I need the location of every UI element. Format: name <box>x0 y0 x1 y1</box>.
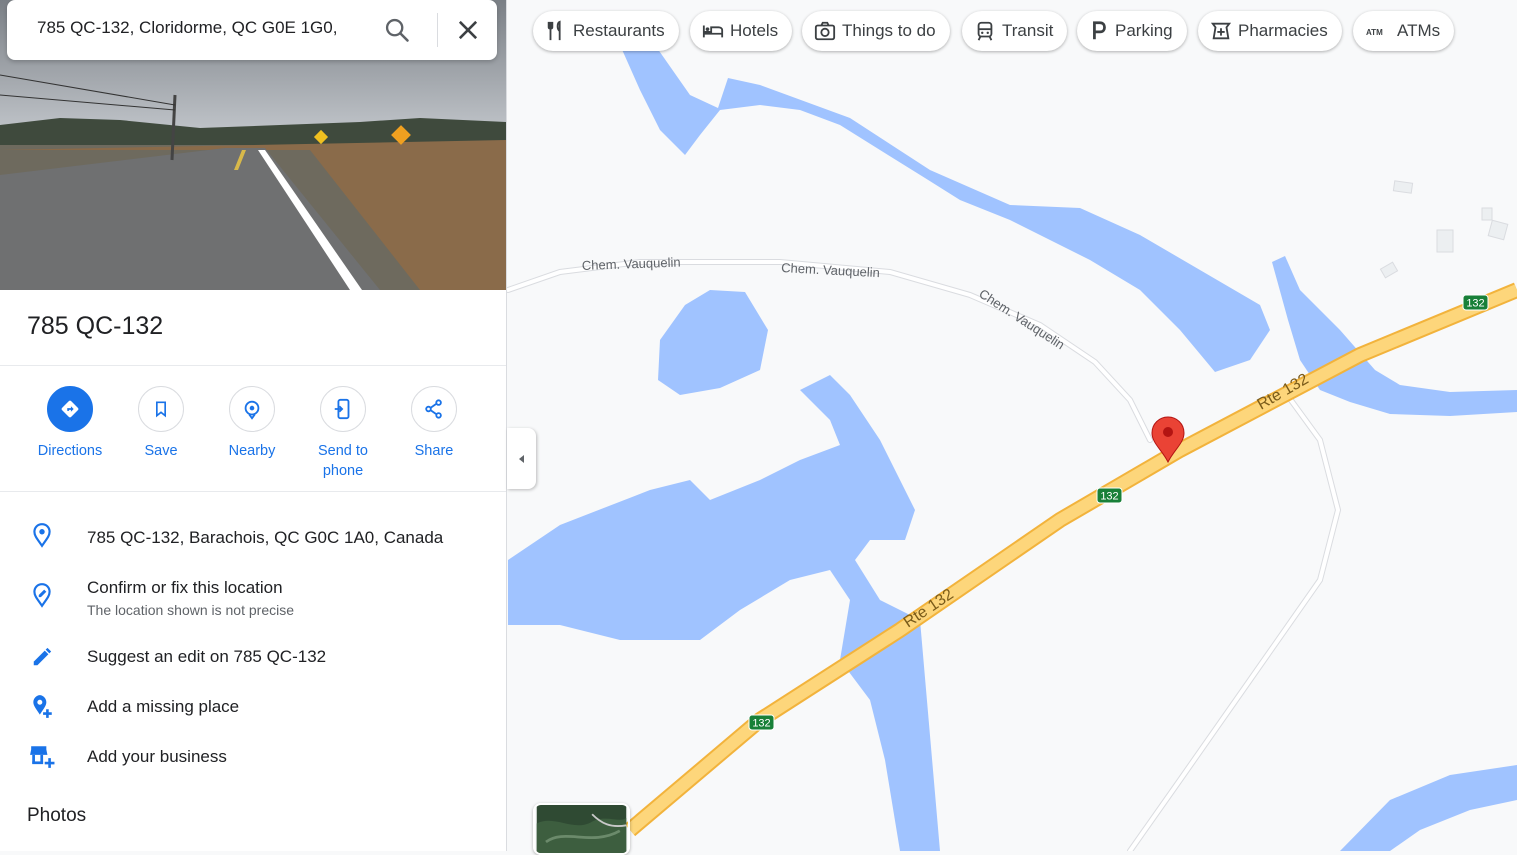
divider <box>0 365 506 366</box>
restaurant-icon <box>547 20 561 41</box>
svg-text:132: 132 <box>1100 491 1118 503</box>
chip-label: Transit <box>1002 21 1054 40</box>
confirm-location-title: Confirm or fix this location <box>87 578 283 597</box>
location-pin-icon <box>33 523 51 548</box>
save-button[interactable]: Save <box>115 386 207 461</box>
layers-toggle[interactable] <box>533 803 630 855</box>
chip-label: ATMs <box>1397 21 1441 40</box>
chip-hotels[interactable]: Hotels <box>690 11 793 51</box>
svg-text:ATM: ATM <box>1366 28 1383 37</box>
send-to-phone-icon[interactable] <box>320 386 366 432</box>
pharmacy-icon <box>1210 22 1232 40</box>
camera-icon <box>814 21 836 41</box>
chip-label: Parking <box>1115 21 1173 40</box>
search-icon[interactable] <box>383 16 411 44</box>
atm-icon: ATM <box>1366 28 1383 37</box>
add-location-icon <box>33 695 52 718</box>
confirm-location-subtitle: The location shown is not precise <box>87 602 294 618</box>
photos-heading: Photos <box>27 805 87 826</box>
route-shield: 132 <box>748 714 775 731</box>
suggest-edit-text: Suggest an edit on 785 QC-132 <box>87 647 327 666</box>
nearby-button[interactable]: Nearby <box>206 386 298 461</box>
route-shield: 132 <box>1096 487 1123 504</box>
chevron-left-icon <box>518 454 524 463</box>
address-text: 785 QC-132, Barachois, QC G0C 1A0, Canad… <box>87 528 444 547</box>
close-icon[interactable] <box>454 16 482 44</box>
divider <box>0 491 506 492</box>
parking-icon <box>1093 21 1106 40</box>
chip-parking[interactable]: Parking <box>1077 11 1187 51</box>
search-box[interactable]: 785 QC-132, Cloridorme, QC G0E 1G0, <box>7 0 497 60</box>
hotel-icon <box>702 25 724 38</box>
nearby-icon[interactable] <box>229 386 275 432</box>
collapse-panel-button[interactable] <box>507 428 536 489</box>
save-label[interactable]: Save <box>115 441 207 461</box>
divider <box>437 13 438 47</box>
chip-transit[interactable]: Transit <box>962 11 1068 51</box>
chip-things-to-do[interactable]: Things to do <box>802 11 950 51</box>
share-icon[interactable] <box>411 386 457 432</box>
chip-restaurants[interactable]: Restaurants <box>533 11 679 51</box>
chip-label: Things to do <box>842 21 936 40</box>
share-label[interactable]: Share <box>388 441 480 461</box>
svg-text:132: 132 <box>1466 298 1484 310</box>
chip-label: Pharmacies <box>1238 21 1328 40</box>
chip-atms[interactable]: ATM ATMs <box>1353 11 1455 51</box>
bookmark-icon[interactable] <box>138 386 184 432</box>
chip-label: Restaurants <box>573 21 665 40</box>
transit-icon <box>977 21 993 41</box>
pencil-icon <box>33 647 52 666</box>
place-title: 785 QC-132 <box>27 312 164 340</box>
send-to-phone-button[interactable]: Send to phone <box>297 386 389 481</box>
route-shield: 132 <box>1462 294 1489 311</box>
add-missing-place-text: Add a missing place <box>87 697 240 716</box>
chip-label: Hotels <box>730 21 779 40</box>
add-business-text: Add your business <box>87 747 227 766</box>
share-button[interactable]: Share <box>388 386 480 461</box>
directions-icon[interactable] <box>47 386 93 432</box>
svg-text:132: 132 <box>752 718 770 730</box>
send-to-phone-label[interactable]: Send to phone <box>313 441 373 481</box>
nearby-label[interactable]: Nearby <box>206 441 298 461</box>
place-panel: 785 QC-132, Cloridorme, QC G0E 1G0, 785 … <box>0 0 507 851</box>
chip-pharmacies[interactable]: Pharmacies <box>1198 11 1342 51</box>
directions-button[interactable]: Directions <box>24 386 116 461</box>
search-input[interactable]: 785 QC-132, Cloridorme, QC G0E 1G0, <box>37 18 357 38</box>
confirm-location-icon <box>33 583 51 608</box>
add-business-icon <box>30 746 55 768</box>
directions-label[interactable]: Directions <box>24 441 116 461</box>
